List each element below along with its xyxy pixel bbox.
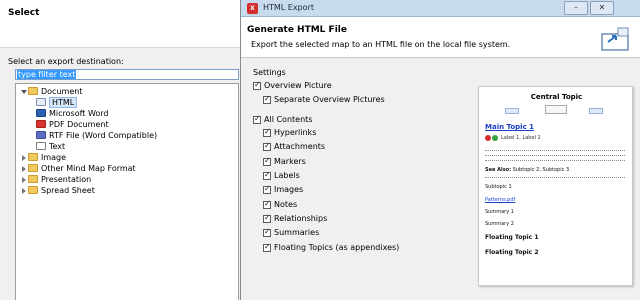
tree-item-html-label: HTML	[49, 97, 78, 108]
collapsed-arrow-icon[interactable]	[21, 163, 27, 174]
tree-item-document[interactable]: Document	[21, 86, 82, 97]
separate-overview-pictures-checkbox[interactable]: Separate Overview Pictures	[263, 94, 385, 106]
preview-floating-topic-1: Floating Topic 1	[485, 234, 539, 241]
window-title: HTML Export	[263, 3, 314, 12]
map-node	[589, 108, 603, 114]
checkbox-checked-icon[interactable]	[263, 242, 271, 252]
preview-divider	[485, 155, 625, 156]
checkbox-checked-icon[interactable]	[263, 141, 271, 151]
preview-markers: Label 1, Label 2	[485, 135, 541, 143]
close-button[interactable]: ✕	[590, 1, 614, 15]
collapsed-arrow-icon[interactable]	[21, 174, 27, 185]
attachments-checkbox[interactable]: Attachments	[263, 141, 325, 153]
filter-input[interactable]: type filter text	[15, 69, 239, 80]
filter-text: type filter text	[17, 70, 77, 79]
export-destination-label: Select an export destination:	[8, 57, 124, 66]
folder-icon	[28, 87, 38, 95]
export-preview: Central Topic Main Topic 1 Label 1, Labe…	[478, 86, 633, 286]
overview-picture-checkbox[interactable]: Overview Picture	[253, 80, 332, 92]
images-checkbox[interactable]: Images	[263, 184, 303, 196]
summaries-checkbox[interactable]: Summaries	[263, 227, 319, 239]
preview-divider	[485, 177, 625, 178]
floating-topics-checkbox[interactable]: Floating Topics (as appendixes)	[263, 242, 399, 254]
settings-label: Settings	[253, 68, 286, 77]
pdf-file-icon	[36, 120, 46, 128]
tree-item-rtf-file[interactable]: RTF File (Word Compatible)	[35, 130, 157, 141]
html-export-dialog: X HTML Export – ✕ Generate HTML File Exp…	[241, 0, 640, 300]
preview-labels: Label 1, Label 2	[501, 135, 541, 141]
export-banner-icon	[601, 27, 629, 51]
folder-icon	[28, 186, 38, 194]
tree-item-spread-sheet[interactable]: Spread Sheet	[21, 185, 95, 196]
folder-icon	[28, 164, 38, 172]
word-file-icon	[36, 109, 46, 117]
markers-checkbox[interactable]: Markers	[263, 156, 306, 168]
relationships-checkbox[interactable]: Relationships	[263, 213, 327, 225]
export-destination-tree[interactable]: Document HTML Microsoft Word PDF Documen…	[15, 83, 239, 300]
tree-item-pdf-document[interactable]: PDF Document	[35, 119, 109, 130]
collapsed-arrow-icon[interactable]	[21, 152, 27, 163]
minimize-button[interactable]: –	[564, 1, 588, 15]
checkbox-checked-icon[interactable]	[263, 199, 271, 209]
wizard-description: Export the selected map to an HTML file …	[251, 40, 511, 49]
tree-item-other-mind-map-format[interactable]: Other Mind Map Format	[21, 163, 136, 174]
tree-item-presentation[interactable]: Presentation	[21, 174, 91, 185]
wizard-header: Generate HTML File Export the selected m…	[241, 17, 640, 58]
checkbox-checked-icon[interactable]	[263, 156, 271, 166]
checkbox-checked-icon[interactable]	[253, 114, 261, 124]
checkbox-checked-icon[interactable]	[263, 127, 271, 137]
preview-attachment: Patterns.pdf	[485, 197, 516, 203]
checkbox-checked-icon[interactable]	[263, 227, 271, 237]
preview-divider	[485, 160, 625, 161]
tree-item-html[interactable]: HTML	[35, 97, 78, 108]
preview-central-topic: Central Topic	[530, 93, 583, 101]
xmind-app-icon: X	[247, 3, 258, 14]
folder-icon	[28, 175, 38, 183]
tree-item-image[interactable]: Image	[21, 152, 66, 163]
checkbox-checked-icon[interactable]	[253, 80, 261, 90]
text-file-icon	[36, 142, 46, 150]
map-node	[505, 108, 519, 114]
checkbox-checked-icon[interactable]	[263, 184, 271, 194]
collapsed-arrow-icon[interactable]	[21, 185, 27, 196]
select-dialog-body: Select an export destination: type filte…	[0, 48, 240, 300]
preview-subtopic: Subtopic 1	[485, 184, 512, 190]
checkbox-checked-icon[interactable]	[263, 170, 271, 180]
preview-see-also: See Also: Subtopic 2, Subtopic 3	[485, 167, 570, 173]
expanded-arrow-icon[interactable]	[21, 86, 27, 97]
tree-item-microsoft-word[interactable]: Microsoft Word	[35, 108, 109, 119]
tree-item-text[interactable]: Text	[35, 141, 65, 152]
map-node	[545, 105, 567, 114]
preview-main-topic: Main Topic 1	[485, 123, 535, 131]
checkbox-checked-icon[interactable]	[263, 94, 271, 104]
preview-summary-2: Summary 2	[485, 221, 514, 227]
html-file-icon	[36, 98, 46, 106]
all-contents-checkbox[interactable]: All Contents	[253, 114, 312, 126]
priority-marker-icon	[485, 135, 491, 141]
select-dialog-header: Select	[0, 0, 240, 48]
preview-floating-topic-2: Floating Topic 2	[485, 249, 539, 256]
preview-summary-1: Summary 1	[485, 209, 514, 215]
window-titlebar[interactable]: X HTML Export – ✕	[241, 0, 640, 17]
smiley-marker-icon	[492, 135, 498, 141]
wizard-title: Generate HTML File	[247, 25, 347, 35]
folder-icon	[28, 153, 38, 161]
select-export-dialog: Select Select an export destination: typ…	[0, 0, 241, 300]
preview-divider	[485, 150, 625, 151]
labels-checkbox[interactable]: Labels	[263, 170, 300, 182]
rtf-file-icon	[36, 131, 46, 139]
checkbox-checked-icon[interactable]	[263, 213, 271, 223]
select-dialog-title: Select	[8, 8, 40, 18]
hyperlinks-checkbox[interactable]: Hyperlinks	[263, 127, 316, 139]
notes-checkbox[interactable]: Notes	[263, 199, 297, 211]
preview-map-thumbnail	[497, 105, 615, 119]
